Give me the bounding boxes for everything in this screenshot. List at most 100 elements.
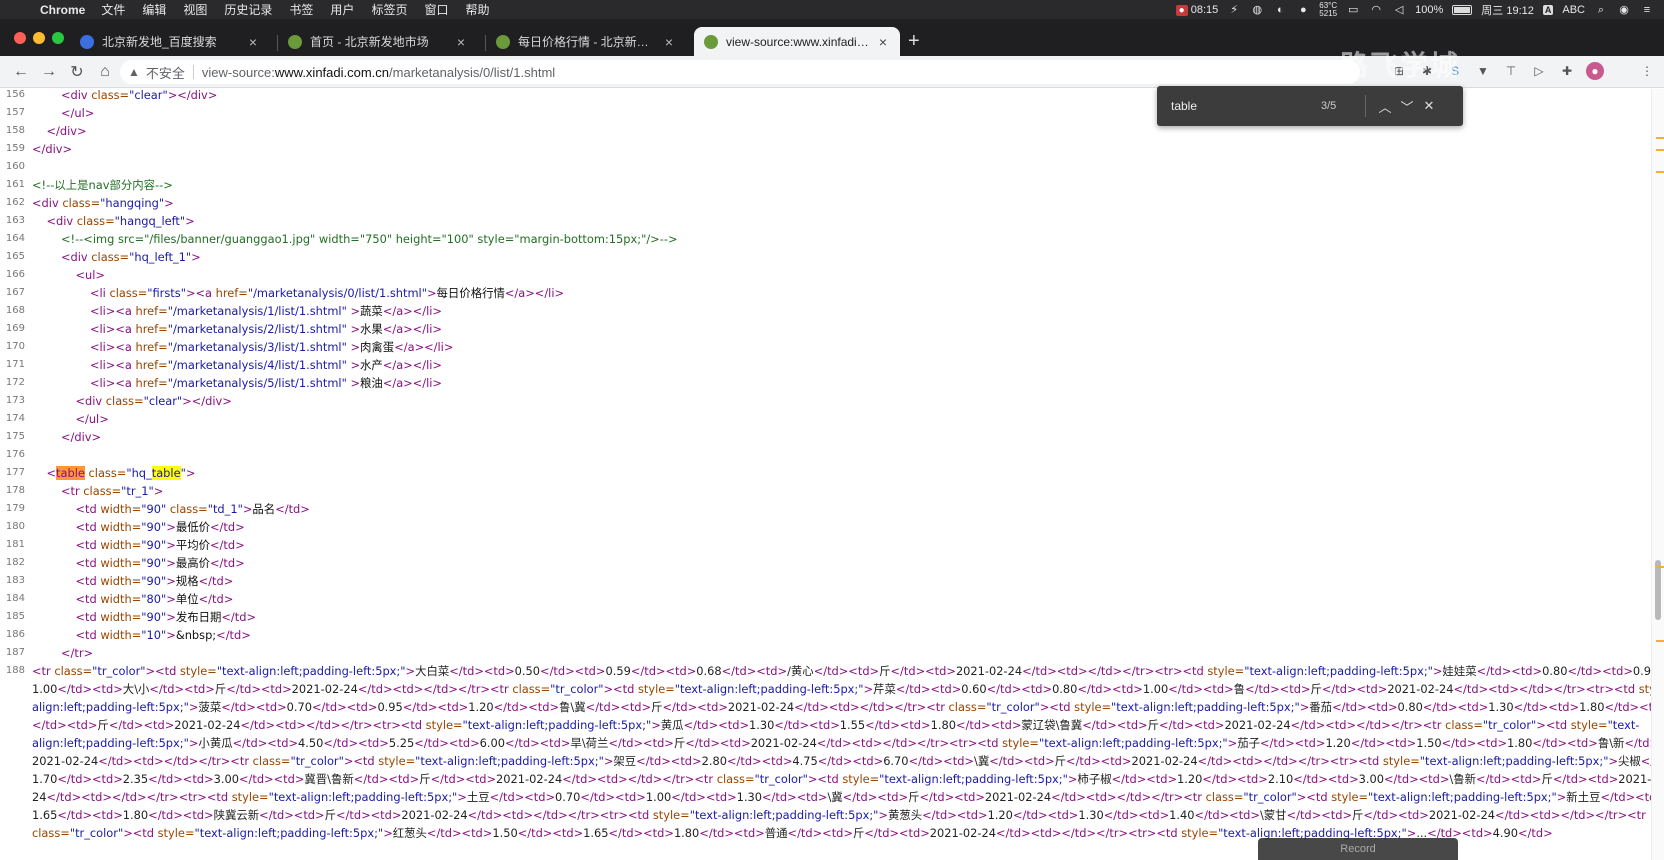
source-code: <td width="90">发布日期</td> [75, 610, 257, 624]
source-line: 1.00</td><td>大\小</td><td>斤</td><td>2021-… [0, 680, 1664, 698]
scrollbar-thumb[interactable] [1655, 560, 1661, 620]
security-label[interactable]: 不安全 [146, 63, 185, 82]
source-code: </div> [60, 430, 102, 444]
tab-daily-prices[interactable]: 每日价格行情 - 北京新发地市场 × [486, 27, 686, 56]
line-number: 161 [5, 179, 25, 190]
warning-icon[interactable]: ▲ [128, 65, 140, 79]
cpu-temp[interactable]: 63°C 5215 [1319, 1, 1337, 18]
find-next-button[interactable]: ﹀ [1396, 97, 1418, 116]
home-button[interactable]: ⌂ [92, 59, 118, 85]
url-host: www.xinfadi.com.cn [274, 64, 390, 80]
find-divider [1365, 95, 1366, 117]
line-number: 179 [5, 503, 25, 514]
source-code: <td width="90">最高价</td> [75, 556, 245, 570]
source-line: 184 <td width="80">单位</td> [0, 590, 1650, 608]
extension-play-icon[interactable]: ▷ [1530, 62, 1548, 80]
reload-button[interactable]: ↻ [64, 59, 90, 85]
view-source-content[interactable]: 156 <div class="clear"></div> 157 </ul> 15… [0, 89, 1664, 860]
line-number: 187 [5, 647, 25, 658]
find-previous-button[interactable]: ︿ [1374, 97, 1396, 116]
spotlight-search-icon[interactable]: ⌕ [1594, 4, 1608, 16]
volume-icon[interactable]: ◁ [1392, 4, 1406, 16]
source-code: </ul> [60, 106, 95, 120]
tab-baidu-search[interactable]: 北京新发地_百度搜索 × [70, 27, 270, 56]
source-code: <td width="90">规格</td> [75, 574, 234, 588]
line-number: 181 [5, 539, 25, 550]
minimize-window-button[interactable] [33, 32, 45, 44]
line-number: 170 [5, 341, 25, 352]
siri-icon[interactable]: ◉ [1617, 4, 1631, 16]
vertical-scrollbar[interactable] [1651, 89, 1664, 860]
close-window-button[interactable] [14, 32, 26, 44]
source-line: 177 <table class="hq_table"> [0, 464, 1650, 482]
source-code: <li><a href="/marketanalysis/2/list/1.sh… [89, 322, 442, 336]
close-tab-icon[interactable]: × [662, 34, 676, 50]
source-line: align:left;padding-left:5px;">小黄瓜</td><t… [0, 734, 1664, 752]
back-button[interactable]: ← [8, 59, 34, 85]
url-prefix: view-source: [201, 64, 275, 80]
record-icon: ● [1175, 4, 1188, 16]
menu-people[interactable]: 用户 [330, 1, 354, 18]
source-code: <li class="firsts"><a href="/marketanaly… [89, 286, 565, 300]
tab-view-source[interactable]: view-source:www.xinfadi.com × [694, 27, 900, 56]
recording-indicator[interactable]: ● 08:15 [1175, 4, 1218, 16]
menu-edit[interactable]: 编辑 [142, 1, 166, 18]
close-tab-icon[interactable]: × [246, 34, 260, 50]
menu-file[interactable]: 文件 [101, 1, 125, 18]
line-number: 160 [5, 161, 25, 172]
menu-bookmarks[interactable]: 书签 [289, 1, 313, 18]
find-close-button[interactable]: ✕ [1418, 98, 1440, 114]
display-icon[interactable]: ▭ [1346, 4, 1360, 16]
notification-icon[interactable]: ◐ [1273, 4, 1287, 16]
input-method-icon[interactable]: A [1542, 4, 1554, 15]
clock[interactable]: 周三 19:12 [1481, 2, 1534, 18]
source-line: 187 </tr> [0, 644, 1650, 662]
close-tab-icon[interactable]: × [876, 34, 890, 50]
menu-view[interactable]: 视图 [183, 1, 207, 18]
source-code: 1.65</td><td>1.80</td><td>陕冀云新</td><td>斤… [32, 808, 1646, 822]
close-tab-icon[interactable]: × [454, 34, 468, 50]
new-tab-button[interactable]: + [908, 31, 920, 51]
forward-button[interactable]: → [36, 59, 62, 85]
battery-icon[interactable] [1452, 4, 1473, 15]
menu-window[interactable]: 窗口 [424, 1, 448, 18]
tab-xinfadi-home[interactable]: 首页 - 北京新发地市场 × [278, 27, 478, 56]
bolt-icon[interactable]: ⚡ [1227, 4, 1241, 16]
address-divider [192, 65, 194, 79]
menu-history[interactable]: 历史记录 [224, 1, 272, 18]
chrome-icon[interactable]: ● [1296, 4, 1310, 16]
screen-record-overlay[interactable]: Record [1258, 838, 1458, 860]
xinfadi-favicon-icon [496, 34, 510, 49]
line-number: 167 [5, 287, 25, 298]
menu-tab[interactable]: 标签页 [371, 1, 407, 18]
source-code: <div class="hangq_left"> [46, 214, 195, 228]
app-menu-chrome[interactable]: Chrome [40, 3, 85, 17]
source-code: <td width="90">最低价</td> [75, 520, 245, 534]
source-code: 1.70</td><td>2.35</td><td>3.00</td><td>冀… [32, 772, 1664, 786]
find-match-marker [1656, 171, 1664, 173]
control-center-icon[interactable]: ≡ [1640, 4, 1654, 16]
profile-avatar[interactable]: ● [1586, 62, 1604, 80]
extension-v-icon[interactable]: ▼ [1474, 62, 1492, 80]
extensions-menu-icon[interactable]: ✚ [1558, 62, 1576, 80]
source-code: <!--<img src="/files/banner/guanggao1.jp… [60, 232, 678, 246]
wechat-icon[interactable]: ◍ [1250, 4, 1264, 16]
wifi-icon[interactable]: ◠ [1369, 4, 1383, 16]
source-code: align:left;padding-left:5px;">菠菜</td><td… [32, 700, 1664, 714]
line-number: 171 [5, 359, 25, 370]
source-line: 173 <div class="clear"></div> [0, 392, 1650, 410]
source-code: <tr class="tr_color"><td style="text-ali… [32, 664, 1664, 678]
source-line: 178 <tr class="tr_1"> [0, 482, 1650, 500]
extension-t-icon[interactable]: ⊤ [1502, 62, 1520, 80]
menu-help[interactable]: 帮助 [465, 1, 489, 18]
chrome-menu-icon[interactable]: ⋮ [1638, 62, 1656, 80]
source-code: </td><td>斤</td><td>2021-02-24</td><td></… [32, 718, 1640, 732]
source-line: 188 <tr class="tr_color"><td style="text-… [0, 662, 1664, 680]
source-line: 180 <td width="90">最低价</td> [0, 518, 1650, 536]
zoom-window-button[interactable] [52, 32, 64, 44]
back-arrow-icon: ← [13, 62, 29, 80]
source-code: <li><a href="/marketanalysis/5/list/1.sh… [89, 376, 442, 390]
find-input[interactable]: table [1171, 99, 1321, 113]
source-code: <table class="hq_table"> [46, 466, 196, 480]
address-bar[interactable]: ▲ 不安全 view-source: www.xinfadi.com.cn/mar… [120, 60, 1360, 84]
